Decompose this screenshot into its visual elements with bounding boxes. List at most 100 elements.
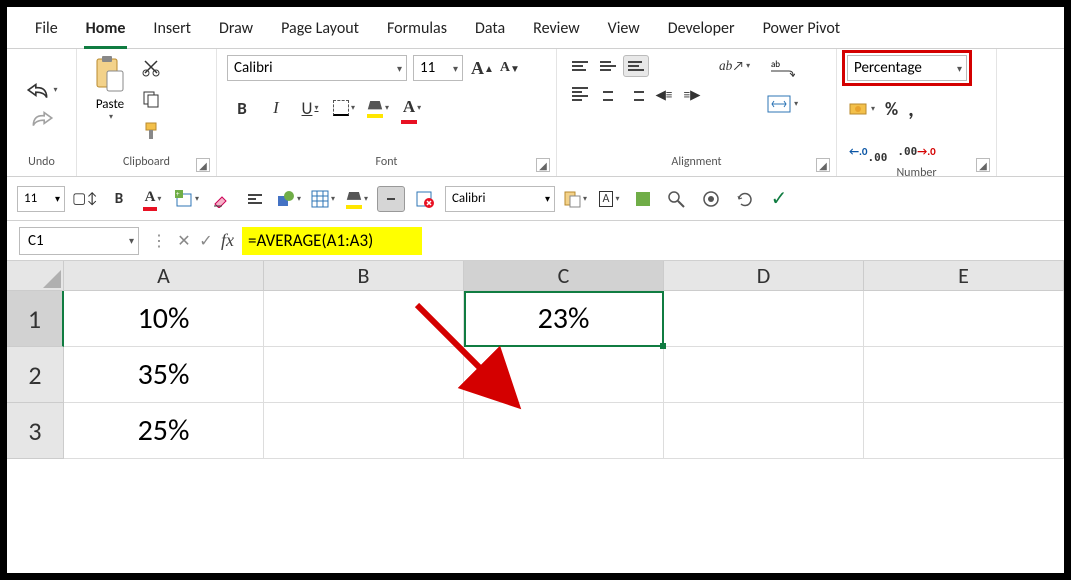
cell-D1[interactable] xyxy=(664,291,864,347)
qat-record-button[interactable] xyxy=(697,186,725,212)
borders-button[interactable]: ▾ xyxy=(329,95,359,121)
cell-A3[interactable]: 25% xyxy=(64,403,264,459)
comma-format-button[interactable]: , xyxy=(906,93,916,124)
tab-home[interactable]: Home xyxy=(72,13,140,48)
tab-review[interactable]: Review xyxy=(519,13,594,48)
undo-button[interactable]: ▾ xyxy=(23,79,59,101)
formula-input[interactable]: =AVERAGE(A1:A3) xyxy=(242,227,422,255)
cell-A1[interactable]: 10% xyxy=(64,291,264,347)
align-top-button[interactable] xyxy=(567,55,593,77)
col-header-C[interactable]: C xyxy=(464,261,664,291)
col-header-D[interactable]: D xyxy=(664,261,864,291)
align-left-button[interactable] xyxy=(567,83,593,105)
tab-developer[interactable]: Developer xyxy=(654,13,749,48)
clipboard-launcher[interactable]: ◢ xyxy=(196,158,210,172)
row-header-3[interactable]: 3 xyxy=(7,403,64,459)
cell-E3[interactable] xyxy=(864,403,1064,459)
number-format-select[interactable]: Percentage xyxy=(847,55,967,81)
select-all-corner[interactable] xyxy=(7,261,64,291)
bold-button[interactable]: B xyxy=(227,95,257,121)
cell-C2[interactable] xyxy=(464,347,664,403)
qat-color-swatch[interactable] xyxy=(629,186,657,212)
number-launcher[interactable]: ◢ xyxy=(976,158,990,172)
orientation-button[interactable]: ab↗▾ xyxy=(717,55,752,76)
qat-fill-button[interactable]: ▾ xyxy=(343,186,371,212)
col-header-E[interactable]: E xyxy=(864,261,1064,291)
qat-shapes-button[interactable]: ▾ xyxy=(275,186,303,212)
qat-zoom-button[interactable] xyxy=(663,186,691,212)
qat-refresh-button[interactable] xyxy=(731,186,759,212)
wrap-text-button[interactable]: ab xyxy=(767,55,797,81)
tab-formulas[interactable]: Formulas xyxy=(373,13,461,48)
qat-paste-button[interactable]: ▾ xyxy=(561,186,589,212)
percent-format-button[interactable]: % xyxy=(883,96,900,122)
col-header-B[interactable]: B xyxy=(264,261,464,291)
align-middle-button[interactable] xyxy=(595,55,621,77)
cell-D3[interactable] xyxy=(664,403,864,459)
cell-B2[interactable] xyxy=(264,347,464,403)
align-bottom-button[interactable] xyxy=(623,55,649,77)
enter-formula-button[interactable]: ✓ xyxy=(195,230,217,252)
increase-decimal-button[interactable]: ←.0.00 xyxy=(847,136,889,166)
italic-button[interactable]: I xyxy=(261,95,291,121)
merge-center-button[interactable]: ▾ xyxy=(764,91,800,117)
name-box[interactable]: C1 xyxy=(19,227,139,255)
cell-B3[interactable] xyxy=(264,403,464,459)
qat-align-left-button[interactable] xyxy=(241,186,269,212)
tab-data[interactable]: Data xyxy=(461,13,519,48)
align-right-button[interactable] xyxy=(623,83,649,105)
cell-E2[interactable] xyxy=(864,347,1064,403)
accounting-format-button[interactable]: ▾ xyxy=(847,99,877,119)
tab-draw[interactable]: Draw xyxy=(205,13,267,48)
paste-button[interactable]: Paste ▾ xyxy=(87,55,133,122)
cell-E1[interactable] xyxy=(864,291,1064,347)
worksheet-grid: A B C D E 1 10% 23% 2 35% 3 25% xyxy=(7,261,1064,459)
qat-toggle-button[interactable]: ▢↕ xyxy=(71,186,99,212)
qat-bold-button[interactable]: B xyxy=(105,186,133,212)
fill-color-button[interactable]: ▾ xyxy=(363,95,393,121)
decrease-font-button[interactable]: A▼ xyxy=(498,56,522,81)
cell-C1[interactable]: 23% xyxy=(464,291,664,347)
qat-insert-sheet-button[interactable]: +▾ xyxy=(173,186,201,212)
format-painter-button[interactable] xyxy=(139,119,163,143)
qat-font-name[interactable]: Calibri xyxy=(445,186,555,212)
fx-icon[interactable]: fx xyxy=(221,230,234,251)
group-label-font: Font xyxy=(376,155,398,169)
row-header-1[interactable]: 1 xyxy=(7,291,64,347)
col-header-A[interactable]: A xyxy=(64,261,264,291)
underline-button[interactable]: U▾ xyxy=(295,95,325,121)
tab-file[interactable]: File xyxy=(21,13,72,48)
cancel-formula-button[interactable]: ✕ xyxy=(173,230,195,252)
cell-B1[interactable] xyxy=(264,291,464,347)
font-name-select[interactable]: Calibri xyxy=(227,55,407,81)
align-center-button[interactable] xyxy=(595,83,621,105)
decrease-decimal-button[interactable]: .00→.0 xyxy=(895,143,937,160)
qat-table-button[interactable]: ▾ xyxy=(309,186,337,212)
font-launcher[interactable]: ◢ xyxy=(536,158,550,172)
tab-power-pivot[interactable]: Power Pivot xyxy=(749,13,855,48)
qat-font-size[interactable]: 11 xyxy=(17,186,65,212)
tab-view[interactable]: View xyxy=(594,13,654,48)
font-size-select[interactable]: 11 xyxy=(413,55,463,81)
qat-textbox-button[interactable]: A▾ xyxy=(595,186,623,212)
font-color-button[interactable]: A▾ xyxy=(397,95,427,121)
cell-D2[interactable] xyxy=(664,347,864,403)
row-header-2[interactable]: 2 xyxy=(7,347,64,403)
qat-delete-sheet-button[interactable] xyxy=(411,186,439,212)
increase-font-button[interactable]: A▲ xyxy=(469,56,496,81)
formula-bar: C1 ⋮ ✕ ✓ fx =AVERAGE(A1:A3) xyxy=(7,221,1064,261)
qat-center-button[interactable] xyxy=(377,186,405,212)
cell-C3[interactable] xyxy=(464,403,664,459)
cut-button[interactable] xyxy=(139,55,163,79)
cell-A2[interactable]: 35% xyxy=(64,347,264,403)
redo-button[interactable] xyxy=(27,107,57,129)
copy-button[interactable] xyxy=(139,87,163,111)
qat-confirm-button[interactable]: ✓ xyxy=(765,186,793,212)
qat-clear-button[interactable] xyxy=(207,186,235,212)
increase-indent-button[interactable]: ≡▶ xyxy=(679,83,705,105)
decrease-indent-button[interactable]: ◀≡ xyxy=(651,83,677,105)
qat-font-color-button[interactable]: A▾ xyxy=(139,186,167,212)
tab-page-layout[interactable]: Page Layout xyxy=(267,13,373,48)
alignment-launcher[interactable]: ◢ xyxy=(816,158,830,172)
tab-insert[interactable]: Insert xyxy=(139,13,205,48)
